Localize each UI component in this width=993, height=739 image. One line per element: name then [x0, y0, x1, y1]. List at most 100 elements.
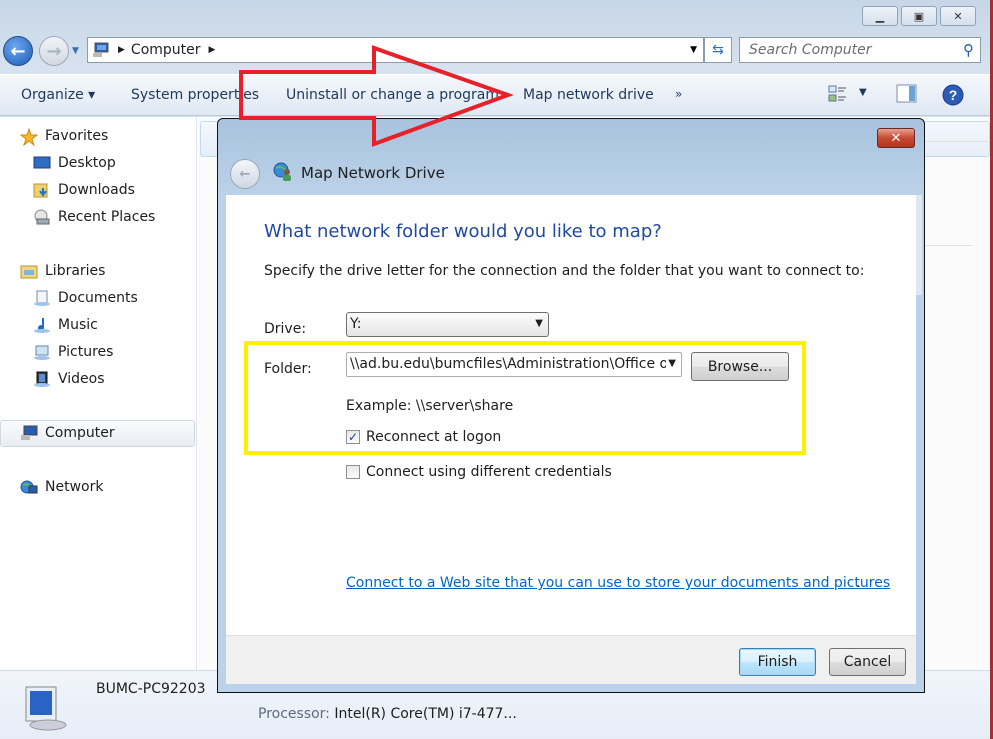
- folder-input[interactable]: \\ad.bu.edu\bumcfiles\Administration\Off…: [346, 352, 682, 377]
- back-button[interactable]: ←: [3, 36, 33, 66]
- sidebar-item-favorites[interactable]: Favorites: [19, 127, 109, 147]
- sidebar-item-downloads[interactable]: Downloads: [33, 182, 135, 198]
- help-button[interactable]: ?: [942, 84, 964, 110]
- address-bar[interactable]: ▶ Computer ▶ ▼: [87, 37, 704, 63]
- uninstall-program-button[interactable]: Uninstall or change a program: [286, 87, 499, 103]
- change-view-button[interactable]: [828, 84, 850, 108]
- sidebar-label: Computer: [45, 425, 115, 441]
- libraries-icon: [20, 263, 38, 279]
- videos-icon: [33, 371, 51, 387]
- close-window-button[interactable]: ✕: [940, 6, 976, 26]
- web-site-link[interactable]: Connect to a Web site that you can use t…: [346, 575, 890, 591]
- recent-pages-dropdown[interactable]: ▼: [72, 46, 79, 56]
- sidebar-label: Libraries: [45, 263, 106, 279]
- sidebar-item-pictures[interactable]: Pictures: [33, 344, 113, 360]
- breadcrumb-separator-icon[interactable]: ▶: [209, 45, 216, 55]
- finish-button[interactable]: Finish: [739, 648, 816, 676]
- reconnect-checkbox[interactable]: ✓ Reconnect at logon: [346, 429, 501, 445]
- breadcrumb-separator-icon[interactable]: ▶: [118, 45, 125, 55]
- view-dropdown-icon[interactable]: ▼: [859, 87, 867, 98]
- navigation-bar: ← → ▼ ▶ Computer ▶ ▼ ⇆ Search Computer ⚲: [0, 34, 990, 66]
- forward-button[interactable]: →: [39, 36, 69, 66]
- dialog-close-button[interactable]: ✕: [877, 128, 915, 148]
- view-icon: [828, 85, 846, 102]
- network-drive-icon: [273, 162, 291, 181]
- refresh-icon: ⇆: [712, 42, 724, 58]
- sidebar-label: Documents: [58, 290, 138, 306]
- breadcrumb-computer[interactable]: Computer: [131, 42, 201, 58]
- chevron-down-icon[interactable]: ▼: [666, 358, 676, 369]
- downloads-folder-icon: [33, 182, 51, 198]
- different-credentials-checkbox[interactable]: Connect using different credentials: [346, 464, 612, 480]
- command-bar: Organize ▾ System properties Uninstall o…: [0, 74, 990, 116]
- map-network-drive-button[interactable]: Map network drive: [523, 87, 654, 103]
- refresh-button[interactable]: ⇆: [704, 37, 732, 63]
- reconnect-label: Reconnect at logon: [366, 429, 502, 445]
- navigation-pane: Favorites Desktop Downloads Recent Place…: [0, 117, 197, 670]
- system-properties-button[interactable]: System properties: [131, 87, 259, 103]
- close-icon: ✕: [953, 9, 963, 23]
- sidebar-item-network[interactable]: Network: [20, 479, 103, 495]
- desktop-icon: [33, 155, 51, 171]
- preview-pane-button[interactable]: [896, 84, 918, 108]
- sidebar-label: Network: [45, 479, 104, 495]
- sidebar-item-computer[interactable]: Computer: [20, 425, 115, 441]
- address-history-dropdown[interactable]: ▼: [690, 45, 697, 55]
- processor-info: Processor: Intel(R) Core(TM) i7-477...: [258, 706, 517, 722]
- dialog-instructions: Specify the drive letter for the connect…: [264, 263, 865, 279]
- pictures-icon: [33, 344, 51, 360]
- svg-text:?: ?: [949, 87, 958, 103]
- sidebar-item-libraries[interactable]: Libraries: [20, 263, 105, 279]
- sidebar-label: Favorites: [45, 128, 109, 144]
- sidebar-item-documents[interactable]: Documents: [33, 290, 138, 306]
- chevron-down-icon: ▼: [535, 318, 543, 329]
- dialog-body: What network folder would you like to ma…: [226, 195, 916, 635]
- processor-value: Intel(R) Core(TM) i7-477...: [334, 706, 517, 722]
- divider: [918, 245, 973, 246]
- folder-label: Folder:: [264, 361, 312, 377]
- computer-icon: [93, 42, 109, 57]
- computer-icon: [20, 425, 38, 441]
- search-input[interactable]: Search Computer ⚲: [739, 37, 981, 63]
- organize-menu[interactable]: Organize ▾: [21, 87, 95, 103]
- restore-button[interactable]: ▣: [901, 6, 937, 26]
- sidebar-label: Music: [58, 317, 98, 333]
- dialog-scrollbar[interactable]: [916, 195, 922, 295]
- preview-pane-icon: [896, 84, 917, 103]
- sidebar-label: Downloads: [58, 182, 135, 198]
- music-icon: [33, 317, 51, 333]
- divider: [918, 141, 988, 142]
- link-period: .: [856, 575, 861, 591]
- sidebar-item-recent-places[interactable]: Recent Places: [33, 209, 155, 225]
- different-credentials-label: Connect using different credentials: [366, 464, 612, 480]
- documents-icon: [33, 290, 51, 306]
- sidebar-label: Desktop: [58, 155, 116, 171]
- sidebar-item-music[interactable]: Music: [33, 317, 98, 333]
- dialog-heading: What network folder would you like to ma…: [264, 221, 662, 242]
- sidebar-item-desktop[interactable]: Desktop: [33, 155, 116, 171]
- close-icon: ✕: [890, 130, 902, 146]
- dialog-footer: Finish Cancel: [226, 635, 916, 684]
- minimize-button[interactable]: ▁: [862, 6, 898, 26]
- sidebar-label: Pictures: [58, 344, 114, 360]
- more-commands-button[interactable]: »: [675, 87, 682, 101]
- network-icon: [20, 479, 38, 495]
- browse-button[interactable]: Browse...: [691, 352, 789, 381]
- sidebar-item-videos[interactable]: Videos: [33, 371, 105, 387]
- drive-select[interactable]: Y: ▼: [346, 312, 549, 337]
- search-icon[interactable]: ⚲: [963, 41, 974, 59]
- sidebar-label: Videos: [58, 371, 105, 387]
- drive-label: Drive:: [264, 321, 307, 337]
- back-arrow-icon: ←: [10, 40, 26, 62]
- star-icon: [19, 127, 39, 147]
- checkbox-unchecked-icon: [346, 465, 360, 479]
- computer-name: BUMC-PC92203: [96, 681, 206, 697]
- back-arrow-icon: ←: [239, 166, 251, 182]
- processor-label: Processor:: [258, 706, 330, 722]
- recent-places-icon: [33, 209, 51, 225]
- restore-icon: ▣: [913, 9, 925, 23]
- dialog-back-button[interactable]: ←: [230, 159, 260, 189]
- dialog-title: Map Network Drive: [301, 164, 445, 182]
- folder-value: \\ad.bu.edu\bumcfiles\Administration\Off…: [350, 356, 669, 372]
- cancel-button[interactable]: Cancel: [829, 648, 906, 676]
